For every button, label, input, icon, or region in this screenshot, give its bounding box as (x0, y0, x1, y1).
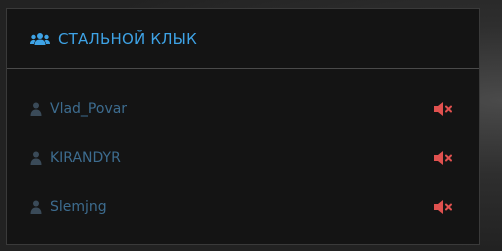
squad-title: СТАЛЬНОЙ КЛЫК (58, 29, 197, 48)
member-name: Vlad_Povar (50, 101, 128, 117)
user-icon (30, 102, 42, 116)
list-item: Slemjng (7, 192, 479, 222)
squad-panel: СТАЛЬНОЙ КЛЫК Vlad_Povar KIRANDYR Slemjn… (6, 8, 480, 245)
member-name: KIRANDYR (50, 150, 121, 166)
speaker-muted-icon[interactable] (433, 101, 455, 117)
speaker-muted-icon[interactable] (433, 199, 455, 215)
squad-header: СТАЛЬНОЙ КЛЫК (7, 9, 479, 69)
user-icon (30, 151, 42, 165)
speaker-muted-icon[interactable] (433, 150, 455, 166)
list-item: Vlad_Povar (7, 94, 479, 124)
member-name: Slemjng (50, 199, 107, 215)
list-item: KIRANDYR (7, 143, 479, 173)
group-icon (30, 32, 50, 45)
user-icon (30, 200, 42, 214)
